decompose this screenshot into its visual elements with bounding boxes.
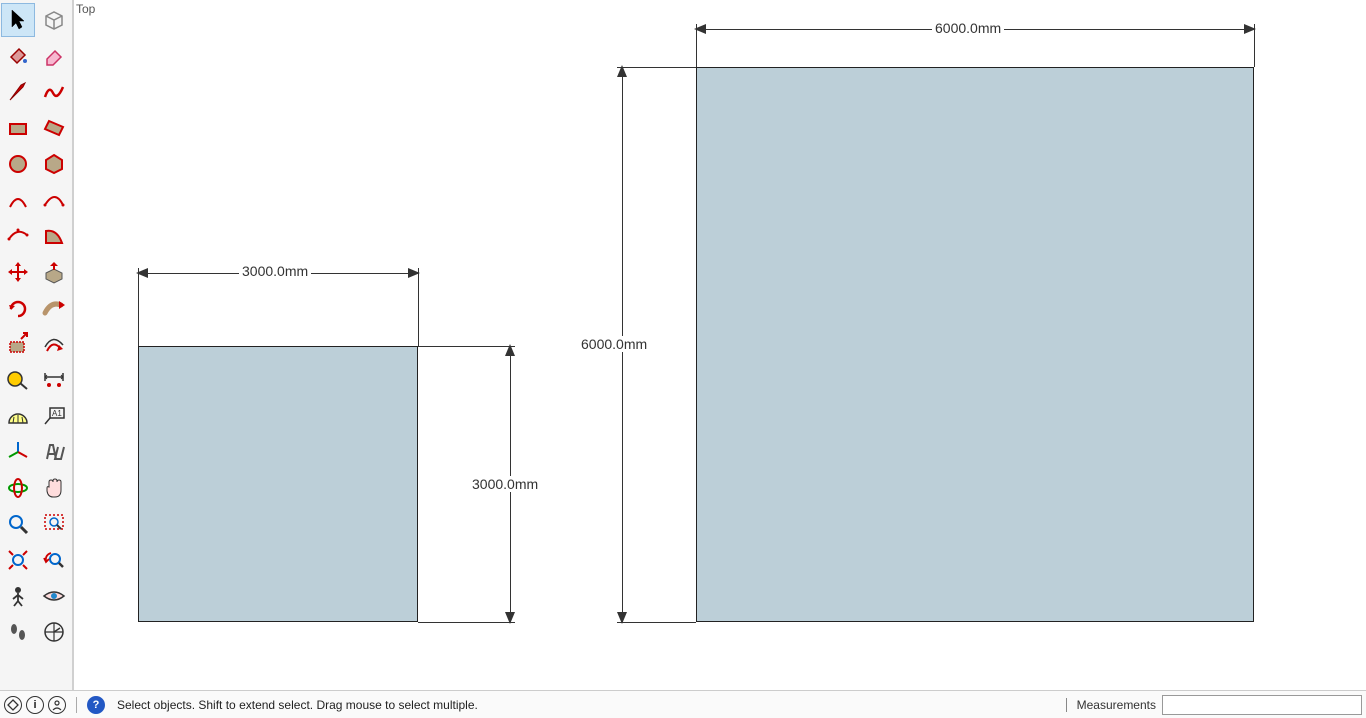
dimension-ext-line [617,67,696,68]
text-tool[interactable]: A1 [37,399,71,433]
follow-me-tool[interactable] [37,291,71,325]
dimension-value[interactable]: 3000.0mm [239,263,311,279]
dimension-ext-line [696,24,697,67]
separator [1066,698,1067,712]
select-tool[interactable] [1,3,35,37]
paint-bucket-tool[interactable] [1,39,35,73]
circle-tool[interactable] [1,147,35,181]
protractor-tool[interactable] [1,399,35,433]
separator [76,697,77,713]
offset-tool[interactable] [37,327,71,361]
dimension-ext-line [418,268,419,346]
status-hint: Select objects. Shift to extend select. … [117,698,1066,712]
look-around-tool[interactable] [37,579,71,613]
axes-tool[interactable] [1,435,35,469]
eraser-tool[interactable] [37,39,71,73]
freehand-tool[interactable] [37,75,71,109]
zoom-tool[interactable] [1,507,35,541]
dimension-ext-line [1254,24,1255,67]
two-point-arc-tool[interactable] [37,183,71,217]
large-tool-set-toolbar: A1 [0,0,74,690]
line-tool[interactable] [1,75,35,109]
face-small-square[interactable] [138,346,418,622]
tape-measure-tool[interactable] [1,363,35,397]
dimension-ext-line [617,622,696,623]
dimension-ext-line [418,622,515,623]
rotated-rectangle-tool[interactable] [37,111,71,145]
scale-tool[interactable] [1,327,35,361]
orbit-tool[interactable] [1,471,35,505]
3d-text-tool[interactable] [37,435,71,469]
dimension-ext-line [138,268,139,346]
credits-icon[interactable]: i [26,696,44,714]
rotate-tool[interactable] [1,291,35,325]
three-point-arc-tool[interactable] [1,219,35,253]
arc-tool[interactable] [1,183,35,217]
measurements-input[interactable] [1162,695,1362,715]
dimension-value[interactable]: 6000.0mm [932,20,1004,36]
dimension-ext-line [418,346,515,347]
section-plane-tool[interactable] [37,615,71,649]
svg-text:A1: A1 [52,409,62,418]
previous-view-tool[interactable] [37,543,71,577]
polygon-tool[interactable] [37,147,71,181]
profile-icon[interactable] [48,696,66,714]
push-pull-tool[interactable] [37,255,71,289]
zoom-window-tool[interactable] [37,507,71,541]
measurements-label: Measurements [1077,698,1156,712]
help-icon[interactable]: ? [87,696,105,714]
dimension-value[interactable]: 3000.0mm [469,476,541,492]
face-large-square[interactable] [696,67,1254,622]
status-bar: i ? Select objects. Shift to extend sele… [0,690,1366,718]
modeling-viewport[interactable]: Top 3000.0mm 3000.0mm 6000 [74,0,1366,690]
pan-tool[interactable] [37,471,71,505]
dimension-value[interactable]: 6000.0mm [578,336,650,352]
move-tool[interactable] [1,255,35,289]
walk-tool[interactable] [1,615,35,649]
zoom-extents-tool[interactable] [1,543,35,577]
position-camera-tool[interactable] [1,579,35,613]
view-label: Top [76,2,95,16]
rectangle-tool[interactable] [1,111,35,145]
make-component-tool[interactable] [37,3,71,37]
geolocation-icon[interactable] [4,696,22,714]
dimension-tool[interactable] [37,363,71,397]
pie-tool[interactable] [37,219,71,253]
